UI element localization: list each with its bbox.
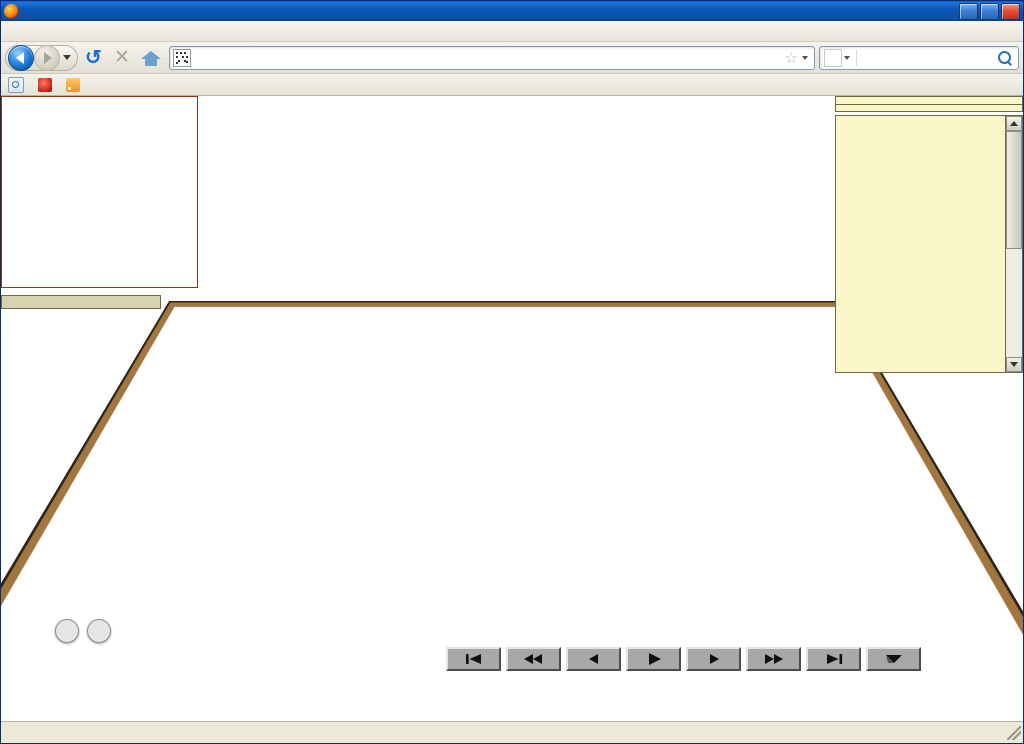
chevron-up-icon: [1010, 121, 1018, 126]
last-move-button[interactable]: [806, 647, 861, 671]
browser-window: ↻ ✕ ☆: [0, 0, 1024, 744]
menu-help[interactable]: [90, 29, 104, 33]
back-arrow-icon: [16, 52, 24, 64]
first-move-button[interactable]: [446, 647, 501, 671]
players-box: [835, 96, 1023, 105]
minimize-button[interactable]: [959, 3, 978, 20]
fast-forward-button[interactable]: [746, 647, 801, 671]
star-icon[interactable]: ☆: [785, 49, 798, 67]
event-info-panel: [1, 295, 161, 309]
menu-file[interactable]: [6, 29, 20, 33]
menu-bookmarks[interactable]: [62, 29, 76, 33]
fast-rewind-button[interactable]: [506, 647, 561, 671]
search-bar[interactable]: [819, 46, 1019, 70]
bookmarks-toolbar: [1, 74, 1023, 96]
reload-button[interactable]: ↻: [79, 45, 107, 71]
scrollbar-track[interactable]: [1006, 131, 1022, 357]
move-list-scrollbar[interactable]: [1005, 116, 1022, 372]
google-logo-icon[interactable]: [824, 49, 842, 67]
scroll-up-button[interactable]: [1006, 116, 1022, 131]
next-move-button[interactable]: [686, 647, 741, 671]
address-bar[interactable]: ☆: [169, 46, 815, 70]
bookmark-most-visited[interactable]: [5, 76, 35, 94]
bookmark-latest-headlines[interactable]: [63, 77, 91, 93]
back-button[interactable]: [8, 45, 34, 71]
game-result: [835, 105, 1023, 112]
menu-bar: [1, 21, 1023, 42]
home-icon: [141, 49, 161, 67]
stop-icon: ✕: [114, 48, 130, 67]
resize-grip[interactable]: [1007, 726, 1021, 740]
home-button[interactable]: [137, 45, 165, 71]
navigation-toolbar: ↻ ✕ ☆: [1, 42, 1023, 74]
divider: [856, 50, 857, 66]
menu-history[interactable]: [48, 29, 62, 33]
zoom-out-button[interactable]: [87, 619, 111, 643]
close-button[interactable]: [1001, 3, 1020, 20]
back-forward-group: [5, 45, 78, 71]
most-visited-icon: [8, 77, 24, 93]
menu-edit[interactable]: [20, 29, 34, 33]
move-list-box[interactable]: [835, 115, 1023, 373]
zoom-in-button[interactable]: [55, 619, 79, 643]
board-zoom-controls: [55, 619, 111, 643]
scroll-down-button[interactable]: [1006, 357, 1022, 372]
previous-move-button[interactable]: [566, 647, 621, 671]
scrollbar-thumb[interactable]: [1006, 131, 1022, 249]
status-bar: [1, 721, 1023, 743]
firefox-logo-icon: [4, 4, 19, 19]
reload-icon: ↻: [85, 48, 102, 68]
title-bar: [1, 1, 1023, 21]
search-engine-chevron-icon[interactable]: [844, 56, 850, 60]
menu-view[interactable]: [34, 29, 48, 33]
restore-button[interactable]: [980, 3, 999, 20]
forward-arrow-icon: [44, 52, 52, 64]
page-viewport: [1, 96, 1023, 721]
chevron-down-icon: [1010, 362, 1018, 367]
playback-controls: [446, 647, 921, 671]
game-info-panel: [835, 96, 1023, 373]
rss-feed-icon: [66, 78, 80, 92]
page-favicon-icon: [173, 49, 191, 67]
play-button[interactable]: [626, 647, 681, 671]
window-controls: [959, 3, 1021, 20]
stop-button: ✕: [108, 45, 136, 71]
firefox-getting-started-icon: [38, 78, 52, 92]
bookmark-getting-started[interactable]: [35, 77, 63, 93]
history-dropdown-button[interactable]: [63, 55, 71, 60]
forward-button: [34, 45, 60, 71]
flip-board-button[interactable]: [866, 647, 921, 671]
chevron-down-icon[interactable]: [802, 56, 808, 60]
magnifier-icon[interactable]: [996, 49, 1014, 67]
menu-tools[interactable]: [76, 29, 90, 33]
move-list[interactable]: [836, 116, 1005, 372]
chess-board-2d[interactable]: [1, 96, 198, 288]
